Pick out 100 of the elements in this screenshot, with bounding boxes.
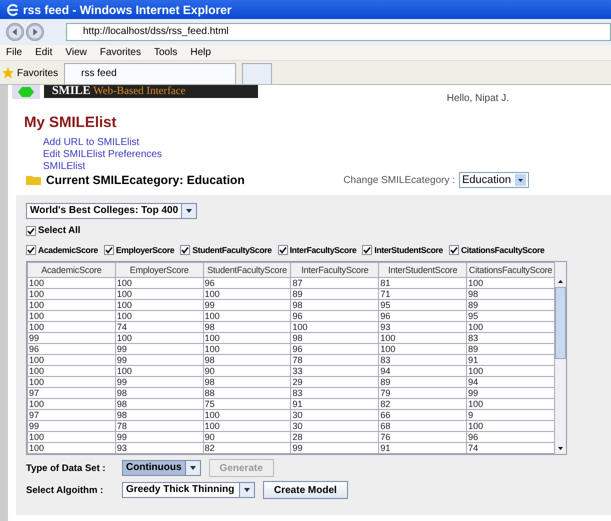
table-cell: 82 [203,442,291,454]
table-cell: 82 [378,398,467,410]
table-cell: 99 [115,376,204,388]
table-cell: 98 [290,332,379,344]
table-cell: 100 [203,288,291,300]
menu-item[interactable]: File [6,47,22,58]
table-cell: 100 [28,432,116,442]
table-cell: 100 [115,332,204,344]
table-cell: 100 [203,332,291,344]
check-icon [180,245,190,255]
table-cell: 99 [115,354,204,366]
table-cell: 100 [378,344,467,354]
table-cell: 100 [203,410,291,420]
scrollbar[interactable] [555,262,566,454]
check-icon [26,245,36,255]
table-cell: 100 [28,398,116,410]
table-cell: 74 [115,322,204,332]
attribute-checkbox[interactable]: CitationsFacultyScore [448,245,544,255]
table-cell: 74 [466,442,554,454]
menu-item[interactable]: View [65,47,87,58]
table-cell: 89 [290,288,379,300]
link[interactable]: SMILElist [43,161,86,173]
table-cell: 100 [28,288,116,300]
category-dropdown[interactable]: Education [459,172,529,188]
table-cell: 100 [466,420,554,432]
table-cell: 91 [290,398,379,410]
table-cell: 96 [203,278,291,288]
table-cell: 100 [115,288,204,300]
table-cell: 100 [378,332,467,344]
check-icon [362,245,372,255]
menu-item[interactable]: Help [190,47,211,58]
table-cell: 95 [466,310,554,322]
check-icon [26,226,36,236]
favorites-button[interactable]: Favorites [2,62,58,84]
link[interactable]: Edit SMILElist Preferences [43,149,162,161]
attribute-checkbox[interactable]: InterFacultyScore [278,245,356,255]
table-cell: 71 [378,288,467,300]
table-cell: 100 [115,278,204,288]
logo-icon [12,85,40,99]
link[interactable]: Add URL to SMILElist [43,137,140,149]
table-cell: 75 [203,398,291,410]
select-all-checkbox[interactable]: Select All [26,225,80,236]
table-cell: 98 [115,388,204,398]
table-cell: 99 [466,388,554,398]
table-cell: 81 [378,278,467,288]
table-cell: 100 [466,322,554,332]
table-cell: 100 [115,366,204,376]
table-cell: 100 [290,322,379,332]
greeting: Hello, Nipat J. [446,93,509,104]
menu-item[interactable]: Edit [35,47,52,58]
table-cell: 89 [466,344,554,354]
table-cell: 100 [28,322,116,332]
browser-logo-icon [6,2,20,16]
forward-button[interactable] [26,23,44,41]
back-button[interactable] [6,23,24,41]
caret-icon [184,461,200,475]
table-cell: 100 [28,354,116,366]
banner: SMILE Web-Based Interface [44,85,258,98]
table-cell: 100 [28,366,116,376]
data-type-dropdown[interactable]: Continuous [122,460,201,476]
table-cell: 83 [378,354,467,366]
table-cell: 100 [466,398,554,410]
column-header: StudentFacultyScore [203,262,291,278]
caret-icon [239,483,254,497]
table-cell: 100 [28,278,116,288]
field-label: Select Algoithm : [26,484,104,496]
check-icon [448,245,459,255]
table-cell: 98 [290,300,379,310]
address-field[interactable]: http://localhost/dss/rss_feed.html [66,23,611,41]
table-cell: 100 [28,300,116,310]
attribute-checkbox[interactable]: AcademicScore [26,245,98,255]
table-cell: 96 [290,310,379,322]
table-cell: 76 [378,432,467,442]
star-icon [2,67,14,79]
table-cell: 100 [466,366,554,376]
table-cell: 99 [203,300,291,310]
table-cell: 94 [378,366,467,376]
table-cell: 100 [203,420,291,432]
column-header: EmployerScore [115,262,204,278]
create-model-button[interactable]: Create Model [263,481,348,499]
table-cell: 100 [28,310,116,322]
table-cell: 97 [28,388,116,398]
column-header: CitationsFacultyScore [466,262,554,278]
menu-item[interactable]: Favorites [100,47,141,58]
attribute-checkbox[interactable]: EmployerScore [104,245,174,255]
table-cell: 100 [203,310,291,322]
table-cell: 30 [290,420,379,432]
dataset-dropdown[interactable]: World's Best Colleges: Top 400 [26,203,198,219]
table-cell: 98 [115,410,204,420]
browser-tab[interactable]: rss feed [64,63,236,84]
menu-item[interactable]: Tools [154,47,178,58]
column-header: InterStudentScore [378,262,467,278]
category-label: Change SMILEcategory : [343,174,456,186]
table-cell: 90 [203,432,291,442]
attribute-checkbox[interactable]: InterStudentScore [362,245,443,255]
table-cell: 79 [378,388,467,398]
caret-icon [515,174,526,186]
table-cell: 100 [203,344,291,354]
attribute-checkbox[interactable]: StudentFacultyScore [180,245,272,255]
algorithm-dropdown[interactable]: Greedy Thick Thinning [122,482,255,498]
